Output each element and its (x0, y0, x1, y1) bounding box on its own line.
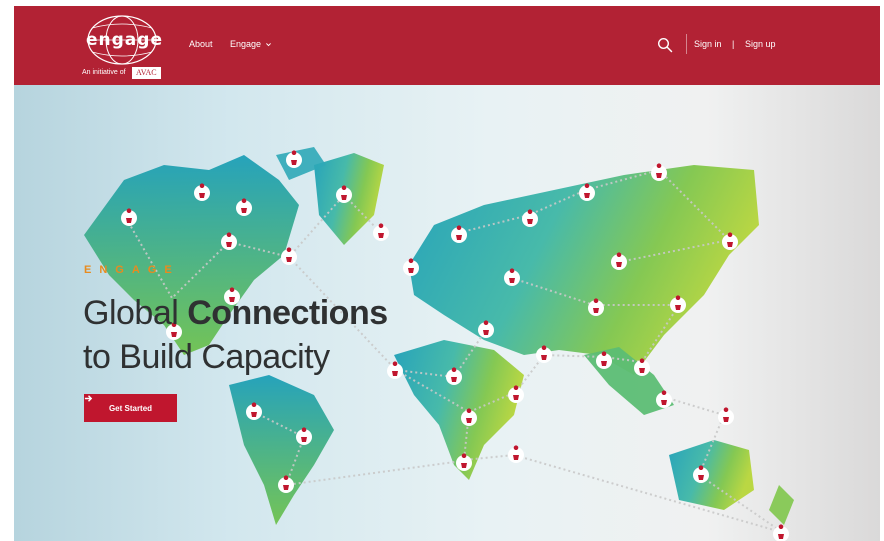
header-divider (686, 34, 687, 54)
nav-engage-label: Engage (230, 39, 262, 49)
initiative-label: An initiative of (82, 69, 126, 76)
chevron-down-icon (265, 43, 271, 47)
site-header: engage An initiative of AVAC About Engag… (14, 6, 880, 85)
arrow-right-icon (84, 395, 93, 402)
logo-text: engage (86, 30, 163, 50)
hero-section: ENGAGE Global Connections to Build Capac… (14, 85, 880, 541)
get-started-label: Get Started (108, 403, 153, 413)
headline-bold: Connections (187, 294, 388, 332)
nav-engage[interactable]: Engage (230, 39, 272, 49)
location-pin-icon (508, 445, 524, 463)
headline-regular: Global (83, 294, 188, 332)
get-started-button[interactable]: Get Started (84, 394, 177, 422)
sign-in-link[interactable]: Sign in (694, 39, 722, 49)
continent-south-america (229, 375, 334, 525)
hero-eyebrow: ENGAGE (84, 264, 180, 276)
nav-about[interactable]: About (189, 39, 213, 49)
search-icon[interactable] (657, 37, 673, 53)
hero-headline: Global Connections to Build Capacity (83, 291, 388, 379)
page-frame: engage An initiative of AVAC About Engag… (14, 6, 880, 541)
headline-line2: to Build Capacity (83, 338, 330, 376)
location-pin-icon (373, 223, 389, 241)
location-pin-icon (651, 163, 667, 181)
auth-separator: | (732, 39, 735, 49)
sign-up-link[interactable]: Sign up (745, 39, 776, 49)
location-pin-icon (718, 407, 734, 425)
avac-logo[interactable]: AVAC (132, 67, 161, 79)
location-pin-icon (773, 524, 789, 541)
continent-australia (669, 440, 754, 510)
